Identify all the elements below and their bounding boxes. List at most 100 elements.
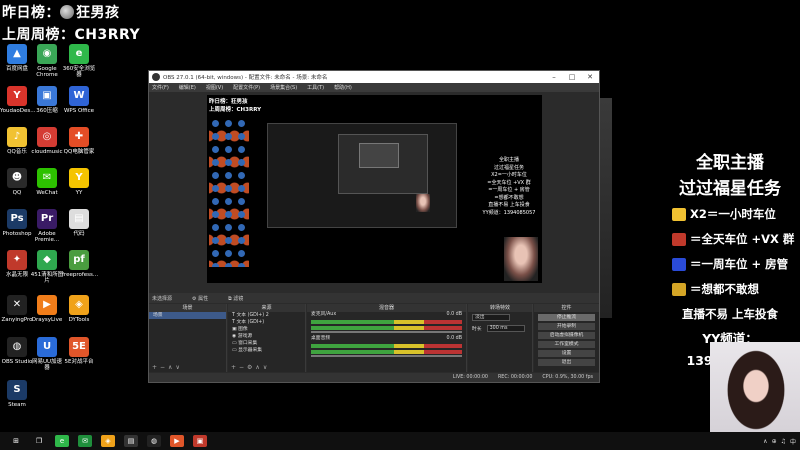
menu-item[interactable]: 编辑(E) — [179, 84, 196, 91]
desktop-icon[interactable]: pf freeprofess... — [62, 250, 98, 278]
studio-mode-button[interactable]: 工作室模式 — [538, 341, 595, 348]
source-item[interactable]: T 文本 (GDI+) — [228, 319, 305, 326]
obs-logo-icon — [152, 73, 160, 81]
desktop-icon[interactable]: ▤ 代码 — [62, 209, 96, 237]
desktop-icon[interactable]: ✕ ZanyingPro — [0, 295, 34, 323]
sources-dock: 来源 T 文本 (GDI+) 2 T 文本 (GDI+) ▣ 图像 ◉ 游戏源 … — [228, 304, 306, 372]
tray-icon[interactable]: ∧ — [763, 438, 767, 445]
app-icon: ▲ — [7, 44, 27, 64]
pr-icon[interactable]: ▣ — [193, 435, 207, 447]
properties-button[interactable]: ⚙ 属性 — [192, 295, 208, 302]
desktop-icon[interactable]: ◍ OBS Studio — [0, 337, 34, 365]
desktop-icon-label: QQ — [12, 190, 22, 196]
volume-slider[interactable] — [311, 331, 462, 333]
transitions-dock: 转场特效 淡出 时长 300 ms — [468, 304, 533, 372]
menu-item[interactable]: 视图(V) — [206, 84, 223, 91]
preview-promo-yy: YY频道：1394085057 — [482, 209, 536, 216]
menu-item[interactable]: 配置文件(P) — [233, 84, 260, 91]
source-item[interactable]: ◉ 游戏源 — [228, 333, 305, 340]
desktop-icon-label: YoudaoDes... — [0, 108, 36, 114]
scene-item[interactable]: 场景 — [149, 312, 226, 319]
tool-icon[interactable]: ◈ — [101, 435, 115, 447]
obs-icon[interactable]: ◍ — [147, 435, 161, 447]
desktop-icon[interactable]: Ps Photoshop — [0, 209, 34, 237]
desktop-icon[interactable]: ▶ DraysyLive — [30, 295, 64, 323]
desktop-icon[interactable]: Y YY — [62, 168, 96, 196]
menu-item[interactable]: 工具(T) — [307, 84, 324, 91]
chat-icon[interactable]: ✉ — [78, 435, 92, 447]
virtual-camera-button[interactable]: 启动虚拟摄像机 — [538, 332, 595, 339]
desktop-icon[interactable]: S Steam — [0, 380, 34, 408]
webcam-feed — [710, 342, 800, 432]
promo-item: ＝想都不敢想 — [660, 277, 800, 302]
desktop-icon[interactable]: e 360安全浏览器 — [62, 44, 96, 79]
desktop-icon[interactable]: ◆ 451清和所图片 — [30, 250, 64, 285]
desktop-icon-label: DraysyLive — [31, 317, 63, 323]
source-item[interactable]: ▭ 显示器采集 — [228, 347, 305, 354]
windows-start-icon[interactable]: ⊞ — [9, 435, 23, 447]
audio-meter — [311, 350, 462, 354]
promo-note: 直播不易 上车投食 — [681, 307, 778, 321]
desktop-icon[interactable]: ▣ 360压缩 — [30, 86, 64, 114]
filters-button[interactable]: ⧉ 滤镜 — [228, 295, 243, 302]
menu-item[interactable]: 场景集合(S) — [270, 84, 297, 91]
terminal-icon[interactable]: ▤ — [124, 435, 138, 447]
desktop-icon[interactable]: ♪ QQ音乐 — [0, 127, 34, 155]
tray-icon[interactable]: ⊕ — [772, 438, 777, 445]
obs-preview[interactable]: 昨日榜：狂男孩 上周周榜：CH3RRY 全职主播 过过福星任务 X2=一小时车位… — [207, 95, 542, 283]
app-icon: Y — [7, 86, 27, 106]
source-item[interactable]: ▭ 窗口采集 — [228, 340, 305, 347]
tray-icon[interactable]: ♫ — [781, 438, 786, 445]
source-item[interactable]: ▣ 图像 — [228, 326, 305, 333]
start-recording-button[interactable]: 开始录制 — [538, 323, 595, 330]
desktop-icon[interactable]: ✚ QQ电脑管家 — [62, 127, 96, 155]
desktop: 昨日榜： 狂男孩 上周周榜：CH3RRY ▲ 百度网盘 ◉ Google Chrome e… — [0, 0, 800, 432]
desktop-icon[interactable]: ✦ 水晶无限 — [0, 250, 34, 278]
app-icon: ◉ — [37, 44, 57, 64]
menu-item[interactable]: 文件(F) — [152, 84, 169, 91]
gift-icon — [672, 208, 686, 221]
desktop-icon-label: 网易UU加速器 — [31, 359, 63, 372]
audio-meter — [311, 326, 462, 330]
gift-icon — [672, 283, 686, 296]
nested-webcam — [416, 194, 430, 212]
desktop-icon[interactable]: ▲ 百度网盘 — [0, 44, 34, 72]
tray-icon[interactable]: 中 — [790, 437, 796, 446]
desktop-icon[interactable]: U 网易UU加速器 — [30, 337, 64, 372]
duration-input[interactable]: 300 ms — [486, 325, 525, 332]
close-button[interactable]: ✕ — [581, 71, 599, 83]
desktop-icon[interactable]: Pr Adobe Premie... — [30, 209, 64, 244]
volume-slider[interactable] — [311, 355, 462, 357]
scenes-toolbar[interactable]: +−∧∨ — [149, 364, 226, 372]
settings-button[interactable]: 设置 — [538, 350, 595, 357]
douyin-icon[interactable]: ▶ — [170, 435, 184, 447]
preview-rank-week: 上周周榜：CH3RRY — [209, 107, 262, 113]
desktop-icon[interactable]: W WPS Office — [62, 86, 96, 114]
maximize-button[interactable]: □ — [563, 71, 581, 83]
desktop-icon[interactable]: ◎ cloudmusic — [30, 127, 64, 155]
desktop-icon[interactable]: ☻ QQ — [0, 168, 34, 196]
360-icon[interactable]: e — [55, 435, 69, 447]
desktop-icon[interactable]: ◈ DYTools — [62, 295, 96, 323]
nested-obs-window — [338, 134, 428, 194]
task-view-icon[interactable]: ❐ — [32, 435, 46, 447]
obs-window[interactable]: OBS 27.0.1 (64-bit, windows) - 配置文件: 未命名… — [148, 70, 600, 383]
app-icon: ◍ — [7, 337, 27, 357]
desktop-icon-label: OBS Studio — [1, 359, 33, 365]
exit-button[interactable]: 退出 — [538, 359, 595, 366]
minimize-button[interactable]: – — [545, 71, 563, 83]
desktop-icon[interactable]: ✉ WeChat — [30, 168, 64, 196]
desktop-icon[interactable]: 5E 5E对战平台 — [62, 337, 96, 365]
obs-titlebar[interactable]: OBS 27.0.1 (64-bit, windows) - 配置文件: 未命名… — [149, 71, 599, 83]
source-item[interactable]: T 文本 (GDI+) 2 — [228, 312, 305, 319]
sources-toolbar[interactable]: +−⚙∧∨ — [228, 364, 305, 372]
menu-item[interactable]: 帮助(H) — [334, 84, 352, 91]
app-icon: ▶ — [37, 295, 57, 315]
transition-select[interactable]: 淡出 — [472, 314, 510, 321]
preview-promo-title1: 全职主播 — [498, 157, 519, 163]
desktop-icon-label: 5E对战平台 — [64, 359, 94, 365]
app-icon: ◆ — [37, 250, 57, 270]
desktop-icon[interactable]: ◉ Google Chrome — [30, 44, 64, 79]
desktop-icon[interactable]: Y YoudaoDes... — [0, 86, 36, 114]
stop-streaming-button[interactable]: 停止推流 — [538, 314, 595, 321]
